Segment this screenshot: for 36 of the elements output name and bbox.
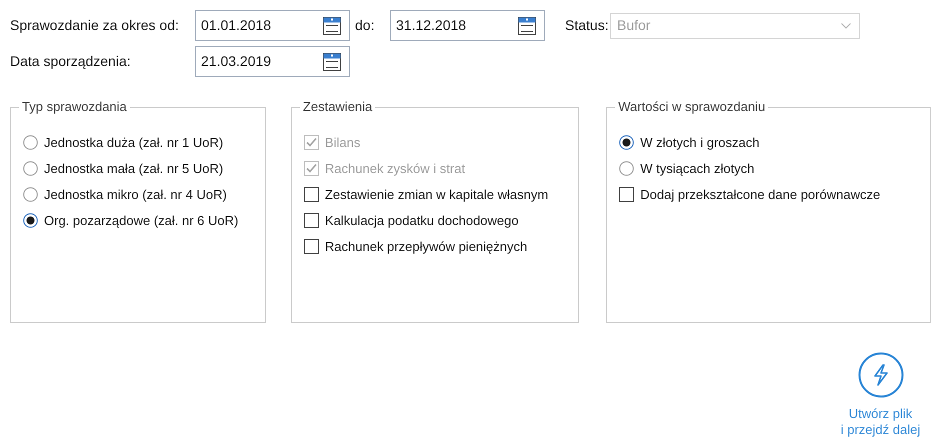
radio-button[interactable] bbox=[619, 135, 634, 150]
status-label: Status: bbox=[565, 16, 610, 35]
group-title: Wartości w sprawozdaniu bbox=[615, 99, 768, 115]
date-field[interactable]: 31.12.2018 bbox=[390, 10, 545, 41]
to-label: do: bbox=[354, 16, 376, 35]
period-label: Sprawozdanie za okres od: bbox=[10, 16, 180, 35]
calendar-icon[interactable] bbox=[322, 52, 342, 72]
option-label: Zestawienie zmian w kapitale własnym bbox=[324, 186, 548, 204]
checkbox[interactable] bbox=[619, 187, 634, 202]
option-label: W tysiącach złotych bbox=[640, 160, 754, 178]
date-created-label: Data sporządzenia: bbox=[10, 52, 132, 71]
chevron-down-icon bbox=[841, 22, 851, 28]
option-label: Jednostka mikro (zał. nr 4 UoR) bbox=[44, 186, 227, 204]
calendar-icon[interactable] bbox=[517, 16, 537, 36]
checkbox[interactable] bbox=[304, 239, 319, 254]
group-title: Typ sprawozdania bbox=[19, 99, 130, 115]
option-label: Jednostka mała (zał. nr 5 UoR) bbox=[44, 160, 224, 178]
option-label: Kalkulacja podatku dochodowego bbox=[324, 212, 519, 230]
calendar-icon[interactable] bbox=[322, 16, 342, 36]
option-label: Rachunek przepływów pieniężnych bbox=[324, 238, 528, 256]
date-field[interactable]: 21.03.2019 bbox=[195, 46, 350, 77]
radio-button[interactable] bbox=[23, 187, 38, 202]
checkbox[interactable] bbox=[304, 213, 319, 228]
option-label: Bilans bbox=[324, 134, 360, 152]
option-label: Dodaj przekształcone dane porównawcze bbox=[640, 186, 880, 204]
lightning-icon bbox=[858, 352, 904, 398]
radio-button[interactable] bbox=[619, 161, 634, 176]
radio-button[interactable] bbox=[23, 161, 38, 176]
radio-button[interactable] bbox=[23, 213, 38, 228]
option-label: W złotych i groszach bbox=[640, 134, 760, 152]
option-label: Rachunek zysków i strat bbox=[324, 160, 466, 178]
checkbox[interactable] bbox=[304, 187, 319, 202]
option-label: Org. pozarządowe (zał. nr 6 UoR) bbox=[44, 212, 238, 230]
radio-button[interactable] bbox=[23, 135, 38, 150]
date-field[interactable]: 01.01.2018 bbox=[195, 10, 350, 41]
option-label: Jednostka duża (zał. nr 1 UoR) bbox=[44, 134, 224, 152]
